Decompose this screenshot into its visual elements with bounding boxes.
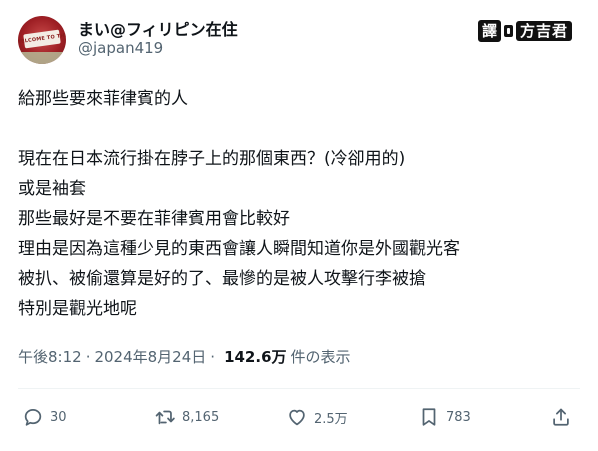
- share-button[interactable]: [550, 406, 572, 428]
- tweet-text: 給那些要來菲律賓的人 現在在日本流行掛在脖子上的那個東西？(冷卻用的) 或是袖套…: [18, 84, 578, 324]
- meta-separator: ·: [85, 348, 91, 366]
- retweet-icon: [155, 410, 175, 425]
- watermark-dot-icon: [503, 25, 513, 37]
- tweet-time[interactable]: 午後8:12: [18, 346, 82, 367]
- reply-button[interactable]: 30: [22, 406, 67, 428]
- tweet-header: WELCOME TO THE まい@フィリピン在住 @japan419 譯 方吉…: [18, 12, 578, 68]
- tweet-line: 理由是因為這種少見的東西會讓人瞬間知道你是外國觀光客: [18, 239, 460, 259]
- watermark-name: 方吉君: [515, 21, 572, 41]
- retweet-count: 8,165: [182, 409, 220, 425]
- tweet-line: 特別是觀光地呢: [18, 299, 137, 319]
- retweet-button[interactable]: 8,165: [154, 406, 219, 428]
- views-count: 142.6万: [224, 348, 287, 366]
- watermark-char: 譯: [477, 20, 501, 42]
- bookmark-count: 783: [446, 409, 471, 425]
- like-button[interactable]: 2.5万: [286, 406, 348, 428]
- reply-count: 30: [50, 409, 67, 425]
- avatar-ground: [18, 52, 66, 64]
- like-count: 2.5万: [314, 411, 348, 427]
- reply-icon: [24, 408, 42, 426]
- action-bar: 30 8,165 2.5万 783: [22, 406, 578, 438]
- divider: [18, 388, 580, 389]
- bookmark-icon: [422, 408, 436, 426]
- share-icon: [553, 408, 569, 426]
- translator-watermark: 譯 方吉君: [472, 18, 578, 44]
- display-name[interactable]: まい@フィリピン在住: [78, 16, 238, 40]
- tweet-line: 現在在日本流行掛在脖子上的那個東西？(冷卻用的): [18, 149, 406, 169]
- tweet-line: 被扒、被偷還算是好的了、最慘的是被人攻擊行李被搶: [18, 269, 426, 289]
- tweet-line: 給那些要來菲律賓的人: [18, 89, 188, 109]
- avatar-sign: WELCOME TO THE: [18, 29, 66, 49]
- bookmark-button[interactable]: 783: [418, 406, 471, 428]
- meta-separator: ·: [210, 348, 216, 366]
- avatar[interactable]: WELCOME TO THE: [18, 16, 66, 64]
- tweet-date[interactable]: 2024年8月24日: [94, 346, 206, 367]
- tweet-line: 或是袖套: [18, 179, 86, 199]
- views-label: 件の表示: [290, 348, 351, 366]
- tweet-line: 那些最好是不要在菲律賓用會比較好: [18, 209, 290, 229]
- avatar-sign-text: WELCOME TO THE: [18, 32, 66, 46]
- like-icon: [289, 409, 305, 426]
- user-handle[interactable]: @japan419: [78, 39, 163, 57]
- tweet-meta: 午後8:12 · 2024年8月24日 · 142.6万 件の表示: [18, 346, 351, 367]
